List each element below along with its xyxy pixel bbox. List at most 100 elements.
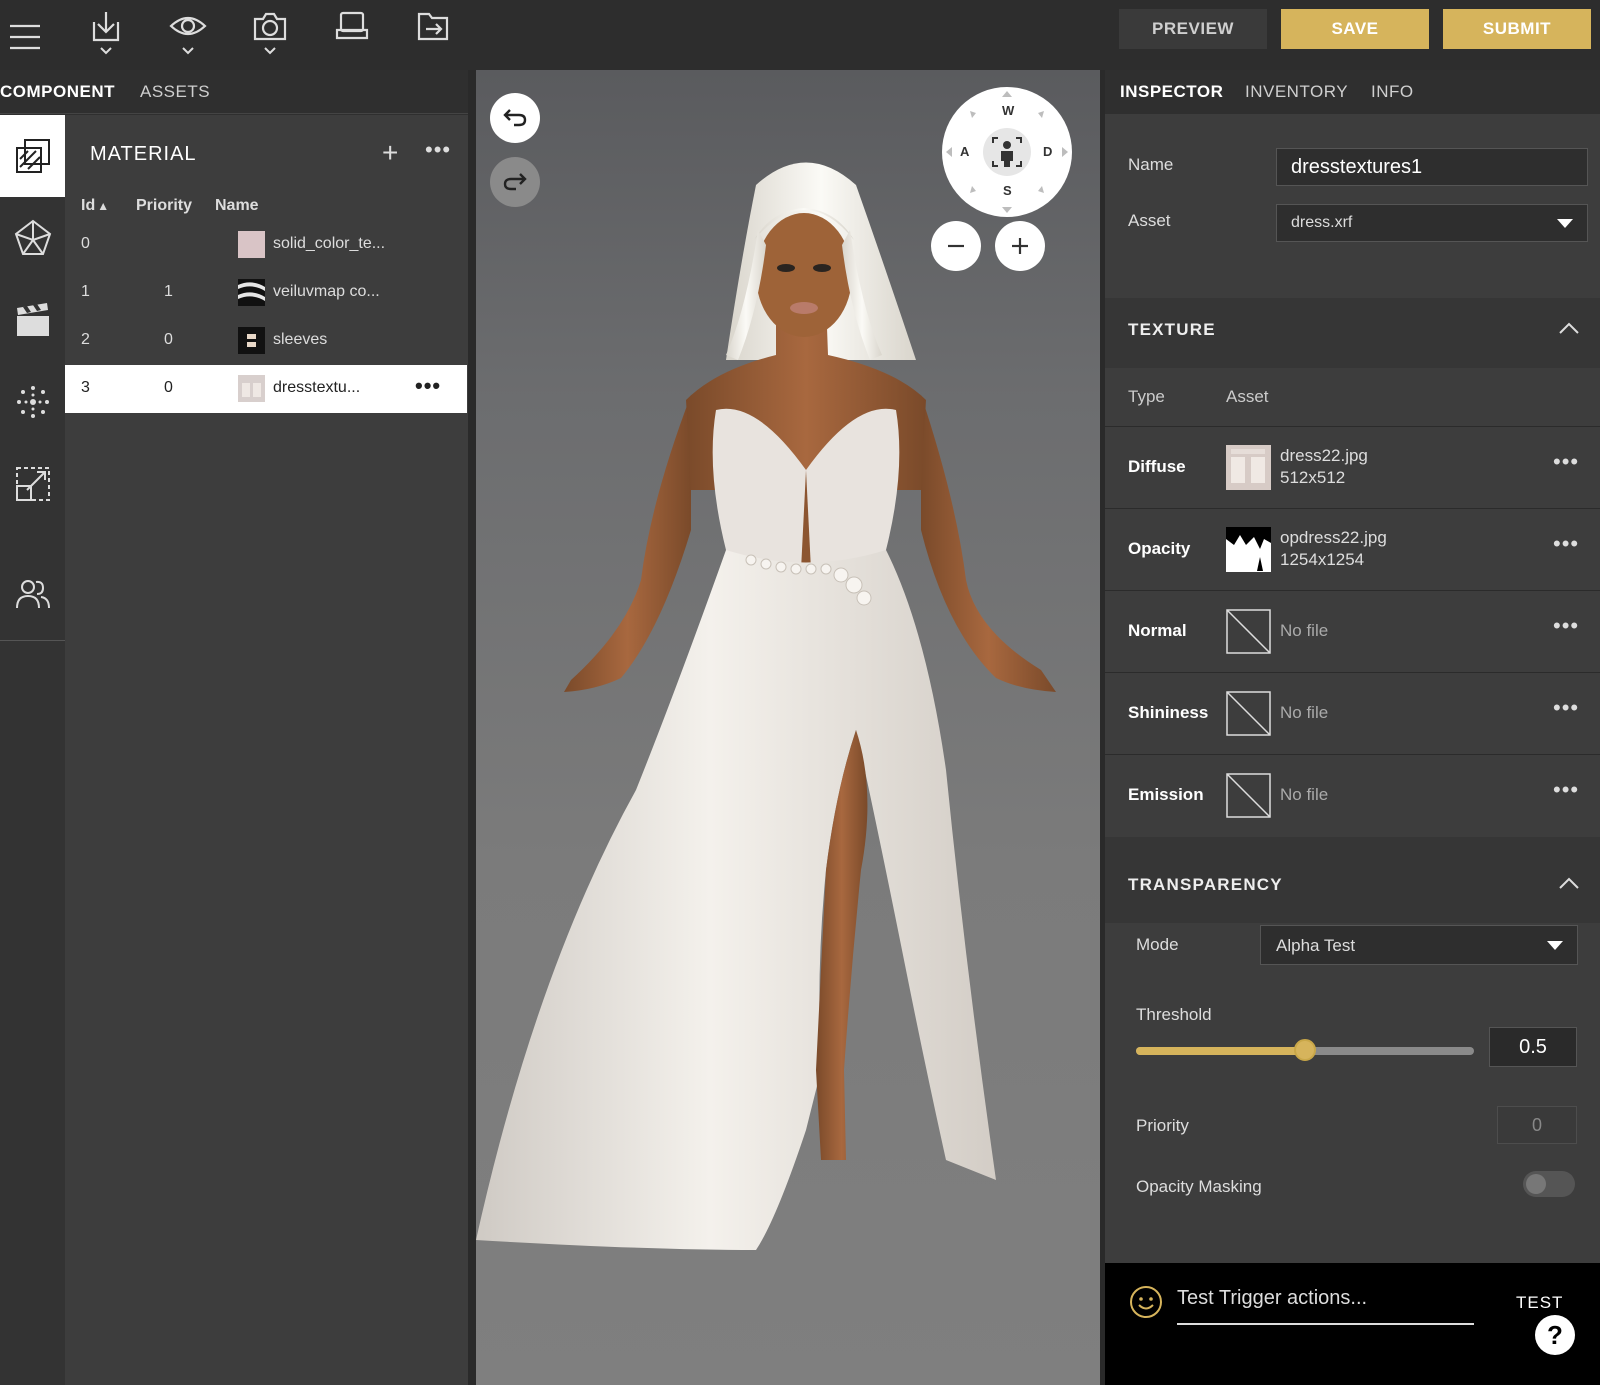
scanner-icon[interactable]	[327, 8, 377, 62]
rail-divider	[0, 640, 65, 641]
left-tab-bar: COMPONENT ASSETS	[0, 70, 468, 114]
texture-row-diffuse[interactable]: Diffuse dress22.jpg 512x512 •••	[1105, 426, 1600, 508]
threshold-input[interactable]: 0.5	[1489, 1027, 1577, 1067]
priority-label: Priority	[1136, 1116, 1189, 1135]
empty-texture-icon	[1226, 691, 1271, 736]
test-button[interactable]: TEST	[1516, 1293, 1563, 1313]
sort-ascending-icon: ▲	[97, 199, 110, 213]
opacity-masking-toggle[interactable]	[1523, 1171, 1575, 1197]
texture-type-column: Type	[1128, 387, 1165, 406]
chevron-down-icon	[182, 47, 194, 55]
avatar-model[interactable]	[476, 70, 1100, 1385]
opacity-masking-label: Opacity Masking	[1136, 1177, 1262, 1196]
top-toolbar: PREVIEW SAVE SUBMIT	[0, 0, 1600, 70]
texture-filename: No file	[1280, 621, 1329, 640]
asset-label: Asset	[1128, 211, 1171, 230]
texture-filename: dress22.jpg	[1280, 446, 1368, 465]
import-icon[interactable]	[81, 8, 131, 62]
row-more-icon[interactable]: •••	[415, 373, 441, 399]
material-thumbnail	[238, 231, 265, 258]
preview-button[interactable]: PREVIEW	[1119, 9, 1267, 49]
material-row[interactable]: 0 solid_color_te...	[65, 221, 468, 269]
material-row[interactable]: 1 1 veiluvmap co...	[65, 269, 468, 317]
column-priority[interactable]: Priority	[136, 197, 192, 215]
texture-more-icon[interactable]: •••	[1553, 613, 1579, 639]
texture-dimensions: 512x512	[1280, 468, 1346, 487]
trigger-placeholder: Test Trigger actions...	[1177, 1287, 1368, 1309]
texture-more-icon[interactable]: •••	[1553, 531, 1579, 557]
smiley-icon[interactable]	[1129, 1285, 1163, 1319]
material-name: veiluvmap co...	[273, 283, 380, 300]
texture-type: Opacity	[1128, 539, 1191, 558]
eye-icon[interactable]	[163, 8, 213, 62]
priority-input[interactable]: 0	[1497, 1106, 1577, 1144]
3d-viewport[interactable]: W A D S	[476, 70, 1100, 1385]
name-label: Name	[1128, 155, 1174, 174]
texture-type: Shininess	[1128, 703, 1209, 722]
mesh-icon[interactable]	[0, 197, 65, 279]
scale-icon[interactable]	[0, 443, 65, 525]
tab-info[interactable]: INFO	[1371, 82, 1414, 102]
inspector-tab-bar: INSPECTOR INVENTORY INFO	[1105, 70, 1600, 114]
material-name: sleeves	[273, 331, 328, 348]
camera-icon[interactable]	[245, 8, 295, 62]
trigger-bar: Test Trigger actions... TEST ?	[1105, 1263, 1600, 1385]
material-icon[interactable]	[0, 115, 65, 197]
tab-inspector[interactable]: INSPECTOR	[1120, 82, 1223, 102]
animation-icon[interactable]	[0, 279, 65, 361]
particles-icon[interactable]	[0, 361, 65, 443]
texture-row-emission[interactable]: Emission No file •••	[1105, 754, 1600, 836]
name-field[interactable]: dresstextures1	[1276, 148, 1588, 186]
texture-row-shininess[interactable]: Shininess No file •••	[1105, 672, 1600, 754]
save-button[interactable]: SAVE	[1281, 9, 1429, 49]
mode-label: Mode	[1136, 935, 1179, 954]
material-name: dresstextu...	[273, 379, 361, 396]
material-name: solid_color_te...	[273, 235, 386, 252]
tab-inventory[interactable]: INVENTORY	[1245, 82, 1348, 102]
material-priority: 0	[164, 379, 173, 396]
texture-row-normal[interactable]: Normal No file •••	[1105, 590, 1600, 672]
threshold-slider-handle[interactable]	[1294, 1039, 1316, 1061]
threshold-slider-track[interactable]	[1136, 1039, 1474, 1061]
texture-more-icon[interactable]: •••	[1553, 449, 1579, 475]
help-icon: ?	[1547, 1319, 1563, 1350]
texture-row-opacity[interactable]: Opacity opdress22.jpg 1254x1254 •••	[1105, 508, 1600, 590]
texture-section-header[interactable]: TEXTURE	[1105, 298, 1600, 368]
texture-asset-column: Asset	[1226, 387, 1269, 406]
caret-down-icon	[1547, 941, 1563, 950]
texture-more-icon[interactable]: •••	[1553, 695, 1579, 721]
name-value: dresstextures1	[1291, 156, 1423, 178]
menu-icon[interactable]	[0, 8, 50, 62]
material-row-selected[interactable]: 3 0 dresstextu... •••	[65, 365, 467, 413]
texture-thumbnail	[1226, 527, 1271, 572]
material-id: 1	[81, 283, 90, 300]
submit-button[interactable]: SUBMIT	[1443, 9, 1591, 49]
material-more-icon[interactable]: •••	[425, 137, 451, 163]
texture-file: opdress22.jpg 1254x1254	[1280, 527, 1387, 571]
chevron-up-icon[interactable]	[1558, 321, 1580, 335]
add-material-button[interactable]: +	[382, 139, 398, 167]
texture-filename: opdress22.jpg	[1280, 528, 1387, 547]
asset-dropdown[interactable]: dress.xrf	[1276, 204, 1588, 242]
material-row[interactable]: 2 0 sleeves	[65, 317, 468, 365]
texture-more-icon[interactable]: •••	[1553, 777, 1579, 803]
panel-splitter[interactable]	[468, 70, 476, 1385]
tab-assets[interactable]: ASSETS	[140, 82, 210, 102]
material-thumbnail	[238, 327, 265, 354]
chevron-down-icon	[100, 47, 112, 55]
empty-texture-icon	[1226, 773, 1271, 818]
tab-component[interactable]: COMPONENT	[0, 82, 115, 102]
texture-type: Emission	[1128, 785, 1204, 804]
people-icon[interactable]	[0, 553, 65, 635]
chevron-up-icon[interactable]	[1558, 876, 1580, 890]
material-id: 3	[81, 379, 90, 396]
trigger-input[interactable]: Test Trigger actions...	[1177, 1283, 1474, 1325]
transparency-section-header[interactable]: TRANSPARENCY	[1105, 837, 1600, 923]
mode-dropdown[interactable]: Alpha Test	[1260, 925, 1578, 965]
material-priority: 1	[164, 283, 173, 300]
material-title: MATERIAL	[90, 143, 197, 165]
help-button[interactable]: ?	[1535, 1315, 1575, 1355]
column-name[interactable]: Name	[215, 197, 259, 215]
export-icon[interactable]	[409, 8, 459, 62]
column-id[interactable]: Id ▲	[81, 197, 109, 215]
